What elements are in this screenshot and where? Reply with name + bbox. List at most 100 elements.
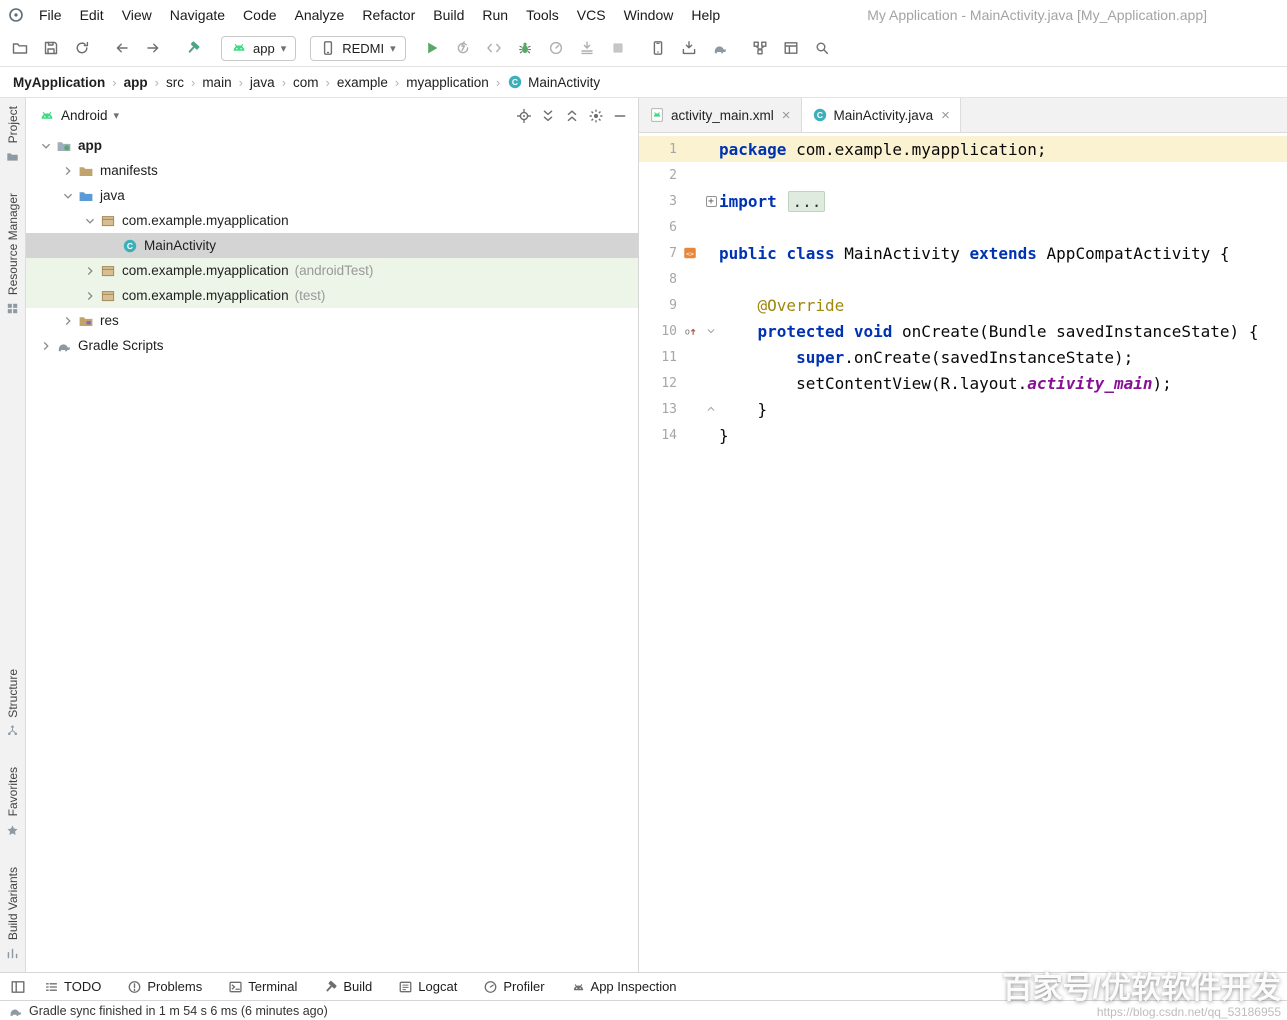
apply-code-changes-button[interactable]	[482, 36, 506, 60]
run-button[interactable]	[420, 36, 444, 60]
project-structure-button[interactable]	[748, 36, 772, 60]
stripe-resource-manager[interactable]: Resource Manager	[6, 193, 20, 315]
breadcrumb-myapplication[interactable]: myapplication	[403, 73, 492, 92]
tree-item-mainactivity[interactable]: C MainActivity	[26, 233, 638, 258]
toolwindow-build[interactable]: Build	[323, 979, 372, 994]
gradle-sync-button[interactable]	[708, 36, 732, 60]
settings-gear-button[interactable]	[584, 104, 608, 128]
layout-inspector-button[interactable]	[779, 36, 803, 60]
menu-help[interactable]: Help	[682, 3, 729, 27]
hide-button[interactable]	[608, 104, 632, 128]
package-icon	[99, 212, 117, 230]
expand-arrow-icon[interactable]	[81, 287, 99, 305]
breadcrumb-myapplication[interactable]: MyApplication	[10, 73, 108, 92]
menu-code[interactable]: Code	[234, 3, 285, 27]
project-view-selector[interactable]: Android	[61, 108, 108, 123]
code-line-11: 11 super.onCreate(savedInstanceState);	[639, 344, 1287, 370]
tree-item-label: Gradle Scripts	[78, 338, 164, 353]
toolwindow-app-inspection[interactable]: App Inspection	[571, 979, 677, 994]
collapse-all-button[interactable]	[560, 104, 584, 128]
breadcrumb-app[interactable]: app	[121, 73, 151, 92]
menu-build[interactable]: Build	[424, 3, 473, 27]
toolwindow-todo[interactable]: TODO	[44, 979, 101, 994]
menu-navigate[interactable]: Navigate	[161, 3, 234, 27]
tree-item-app[interactable]: app	[26, 133, 638, 158]
menu-window[interactable]: Window	[615, 3, 683, 27]
fold-collapse-icon[interactable]	[706, 326, 716, 336]
open-button[interactable]	[8, 36, 32, 60]
tree-item-label: MainActivity	[144, 238, 217, 253]
collapse-arrow-icon[interactable]	[59, 187, 77, 205]
breadcrumb-com[interactable]: com	[290, 73, 322, 92]
editor-tab-mainactivity-java[interactable]: C MainActivity.java ×	[801, 98, 961, 132]
apply-changes-button[interactable]	[451, 36, 475, 60]
expand-arrow-icon[interactable]	[59, 162, 77, 180]
menu-tools[interactable]: Tools	[517, 3, 568, 27]
attach-debugger-button[interactable]	[575, 36, 599, 60]
breadcrumb-src[interactable]: src	[163, 73, 187, 92]
stripe-structure[interactable]: Structure	[6, 669, 20, 738]
tree-item-com-example-myapplication-test[interactable]: com.example.myapplication (test)	[26, 283, 638, 308]
logcat-icon	[398, 979, 413, 994]
run-config-dropdown[interactable]: app ▾	[221, 35, 297, 61]
caret-down-icon: ▾	[280, 42, 287, 55]
avd-manager-button[interactable]	[646, 36, 670, 60]
menu-refactor[interactable]: Refactor	[353, 3, 424, 27]
line-number: 8	[669, 271, 677, 287]
debug-button[interactable]	[513, 36, 537, 60]
build-hammer-button[interactable]	[181, 36, 205, 60]
toolwindow-terminal[interactable]: Terminal	[228, 979, 297, 994]
stripe-label: Build Variants	[5, 866, 20, 940]
tree-item-java[interactable]: java	[26, 183, 638, 208]
profile-button[interactable]	[544, 36, 568, 60]
device-dropdown[interactable]: REDMI ▾	[310, 35, 406, 61]
menu-file[interactable]: File	[30, 3, 71, 27]
breadcrumb-separator: ›	[394, 74, 400, 90]
locate-button[interactable]	[512, 104, 536, 128]
editor-tab-activity-main-xml[interactable]: activity_main.xml ×	[639, 98, 802, 132]
stripe-build-variants[interactable]: Build Variants	[6, 867, 20, 960]
code-line-2: 2	[639, 162, 1287, 188]
expand-arrow-icon[interactable]	[81, 262, 99, 280]
tree-item-suffix: (test)	[294, 288, 326, 303]
collapse-arrow-icon[interactable]	[81, 212, 99, 230]
toolwindow-switcher-icon[interactable]	[10, 979, 26, 995]
toolwindow-profiler[interactable]: Profiler	[483, 979, 545, 994]
sync-button[interactable]	[70, 36, 94, 60]
expand-all-button[interactable]	[536, 104, 560, 128]
save-button[interactable]	[39, 36, 63, 60]
search-everywhere-button[interactable]	[810, 36, 834, 60]
tree-item-gradle-scripts[interactable]: Gradle Scripts	[26, 333, 638, 358]
structure-stripe-icon	[6, 724, 19, 737]
stop-button[interactable]	[606, 36, 630, 60]
collapse-arrow-icon[interactable]	[37, 137, 55, 155]
close-tab-icon[interactable]: ×	[782, 107, 791, 124]
toolwindow-problems[interactable]: Problems	[127, 979, 202, 994]
expand-arrow-icon[interactable]	[37, 337, 55, 355]
menu-vcs[interactable]: VCS	[568, 3, 615, 27]
stripe-project[interactable]: Project	[6, 106, 20, 163]
sdk-manager-button[interactable]	[677, 36, 701, 60]
code-editor[interactable]: 1 package com.example.myapplication; 2 3 + im…	[639, 133, 1287, 972]
tree-item-res[interactable]: res	[26, 308, 638, 333]
fold-expand-icon[interactable]: +	[705, 195, 717, 207]
menu-analyze[interactable]: Analyze	[286, 3, 354, 27]
fold-end-icon[interactable]	[706, 404, 716, 414]
tree-item-manifests[interactable]: manifests	[26, 158, 638, 183]
menu-run[interactable]: Run	[473, 3, 517, 27]
menu-edit[interactable]: Edit	[71, 3, 113, 27]
forward-button[interactable]	[141, 36, 165, 60]
expand-arrow-icon[interactable]	[59, 312, 77, 330]
stripe-favorites[interactable]: Favorites	[6, 767, 20, 836]
close-tab-icon[interactable]: ×	[941, 107, 950, 124]
tree-item-com-example-myapplication[interactable]: com.example.myapplication	[26, 208, 638, 233]
breadcrumb-main[interactable]: main	[199, 73, 234, 92]
tree-item-com-example-myapplication-androidtest[interactable]: com.example.myapplication (androidTest)	[26, 258, 638, 283]
breadcrumb-example[interactable]: example	[334, 73, 391, 92]
menu-view[interactable]: View	[113, 3, 161, 27]
breadcrumb-mainactivity[interactable]: C MainActivity	[504, 72, 603, 92]
back-button[interactable]	[110, 36, 134, 60]
breadcrumb-java[interactable]: java	[247, 73, 278, 92]
tool-window-bar: TODO Problems Terminal Build Logcat Profiler A…	[0, 972, 1287, 1000]
toolwindow-logcat[interactable]: Logcat	[398, 979, 457, 994]
